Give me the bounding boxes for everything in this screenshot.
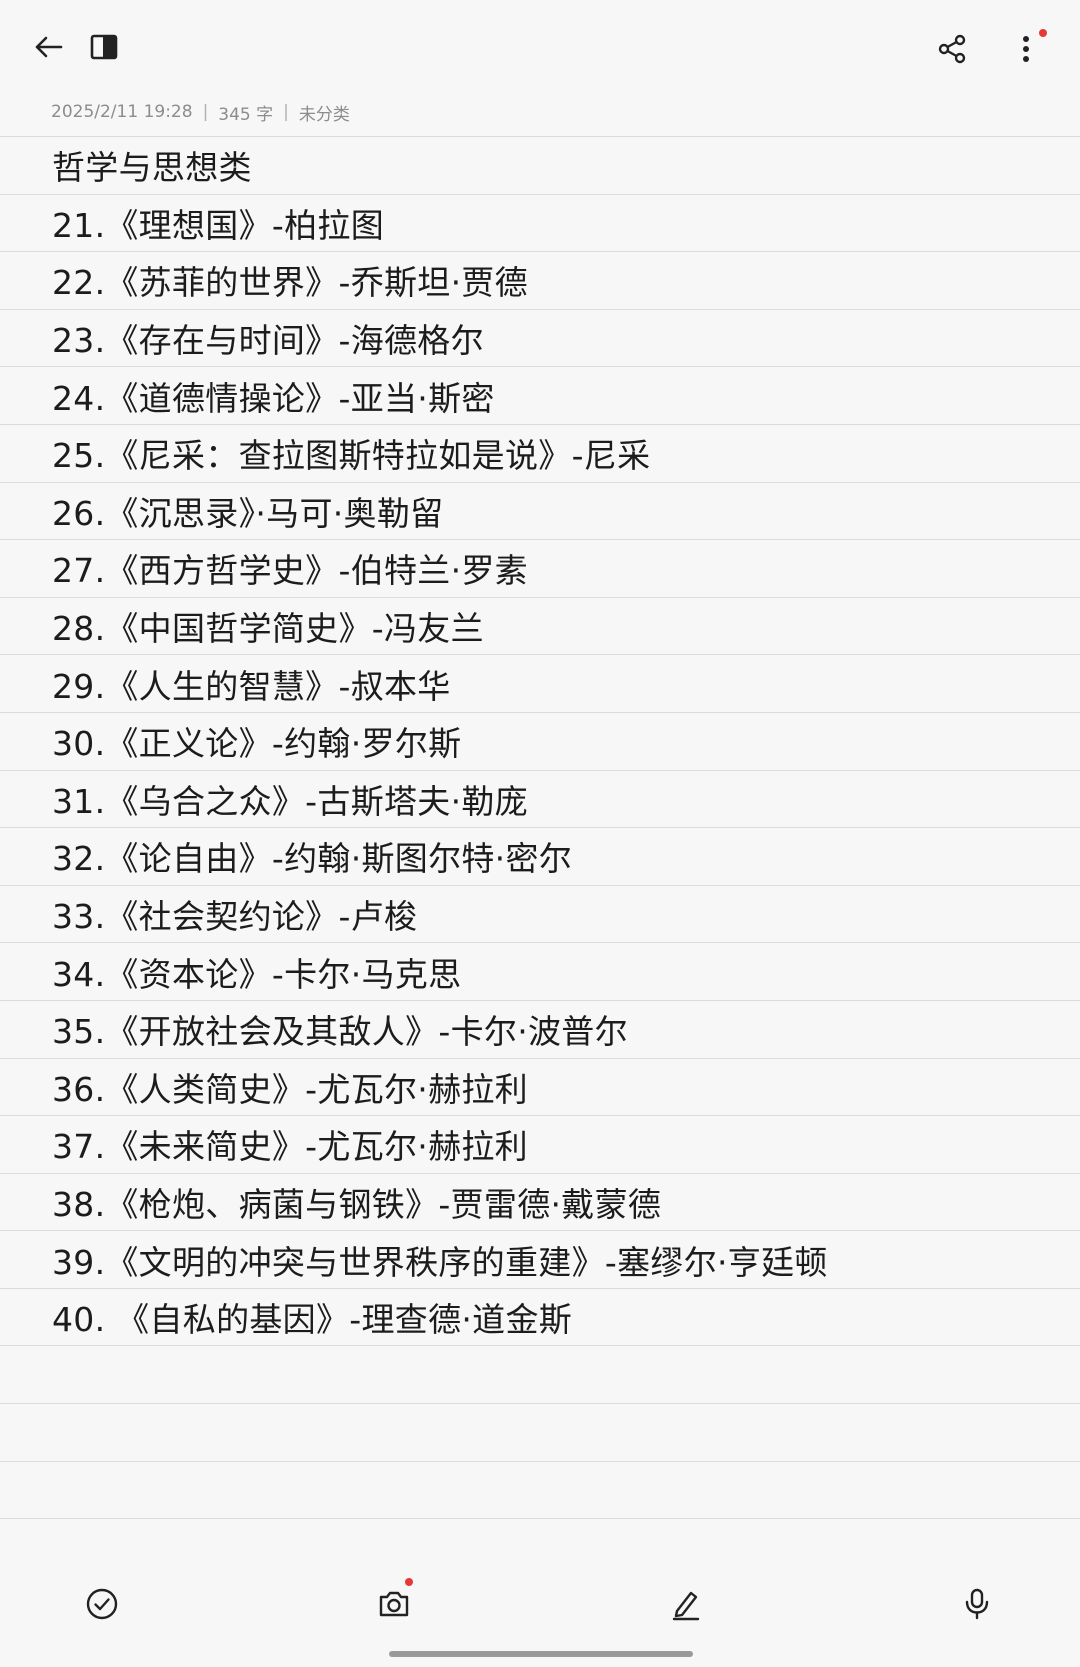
- note-line[interactable]: 30.《正义论》-约翰·罗尔斯: [0, 711, 1080, 770]
- meta-separator: |: [202, 102, 209, 122]
- note-line[interactable]: 21.《理想国》-柏拉图: [0, 193, 1080, 252]
- note-line[interactable]: 28.《中国哲学简史》-冯友兰: [0, 596, 1080, 655]
- camera-button[interactable]: [372, 1582, 416, 1626]
- checklist-button[interactable]: [80, 1582, 124, 1626]
- camera-badge-dot: [405, 1578, 413, 1586]
- note-line[interactable]: 22.《苏菲的世界》-乔斯坦·贾德: [0, 251, 1080, 309]
- note-line[interactable]: 38.《枪炮、病菌与钢铁》-贾雷德·戴蒙德: [0, 1172, 1080, 1231]
- note-word-count: 345 字: [218, 104, 274, 125]
- arrow-left-icon: [35, 36, 63, 58]
- note-datetime: 2025/2/11 19:28: [51, 102, 193, 122]
- pen-icon: [672, 1591, 700, 1621]
- draw-button[interactable]: [664, 1582, 708, 1626]
- sidebar-toggle-button[interactable]: [84, 27, 124, 67]
- note-line[interactable]: 27.《西方哲学史》-伯特兰·罗素: [0, 539, 1080, 597]
- share-icon: [938, 34, 966, 64]
- note-line[interactable]: 37.《未来简史》-尤瓦尔·赫拉利: [0, 1115, 1080, 1173]
- note-line-empty[interactable]: [0, 1403, 1080, 1461]
- note-line[interactable]: 26.《沉思录》·马可·奥勒留: [0, 481, 1080, 540]
- note-body[interactable]: 哲学与思想类 21.《理想国》-柏拉图 22.《苏菲的世界》-乔斯坦·贾德 23…: [0, 136, 1080, 1520]
- note-line[interactable]: 23.《存在与时间》-海德格尔: [0, 308, 1080, 367]
- back-button[interactable]: [28, 27, 68, 67]
- note-line[interactable]: 29.《人生的智慧》-叔本华: [0, 654, 1080, 712]
- sidebar-toggle-icon: [90, 34, 118, 60]
- meta-separator: |: [283, 102, 289, 122]
- note-line-end: [0, 1518, 1080, 1520]
- home-indicator[interactable]: [389, 1651, 693, 1657]
- note-line[interactable]: 24.《道德情操论》-亚当·斯密: [0, 366, 1080, 424]
- note-category[interactable]: 未分类: [299, 100, 350, 125]
- bottom-toolbar: [0, 1560, 1080, 1655]
- note-line[interactable]: 31.《乌合之众》-古斯塔夫·勒庞: [0, 769, 1080, 828]
- camera-icon: [379, 1591, 409, 1617]
- note-line[interactable]: 34.《资本论》-卡尔·马克思: [0, 942, 1080, 1000]
- note-line-heading[interactable]: 哲学与思想类: [0, 136, 1080, 194]
- note-line[interactable]: 32.《论自由》-约翰·斯图尔特·密尔: [0, 827, 1080, 885]
- note-line-empty[interactable]: [0, 1345, 1080, 1403]
- note-line[interactable]: 36.《人类简史》-尤瓦尔·赫拉利: [0, 1057, 1080, 1116]
- note-line[interactable]: 25.《尼采：查拉图斯特拉如是说》-尼采: [0, 423, 1080, 482]
- more-vertical-icon: [1023, 36, 1029, 62]
- microphone-icon: [965, 1588, 989, 1620]
- note-line[interactable]: 35.《开放社会及其敌人》-卡尔·波普尔: [0, 999, 1080, 1058]
- note-metadata: 2025/2/11 19:28 | 345 字 | 未分类: [51, 98, 350, 126]
- check-circle-icon: [86, 1588, 118, 1620]
- share-button[interactable]: [930, 27, 974, 71]
- voice-input-button[interactable]: [955, 1582, 999, 1626]
- notification-dot: [1039, 29, 1047, 37]
- note-line[interactable]: 33.《社会契约论》-卢梭: [0, 884, 1080, 943]
- note-line[interactable]: 40. 《自私的基因》-理查德·道金斯: [0, 1287, 1080, 1346]
- top-toolbar: [0, 0, 1080, 95]
- note-line[interactable]: 39.《文明的冲突与世界秩序的重建》-塞缪尔·亨廷顿: [0, 1230, 1080, 1288]
- note-line-empty[interactable]: [0, 1460, 1080, 1519]
